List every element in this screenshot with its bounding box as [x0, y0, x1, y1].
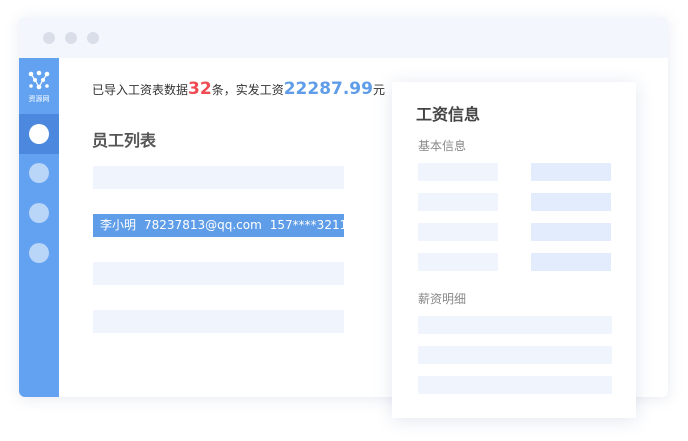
total-salary: 22287.99	[283, 79, 373, 99]
employee-row-selected[interactable]: 李小明 78237813@qq.com 157****3211	[93, 214, 348, 237]
window-dot-icon[interactable]	[87, 32, 99, 44]
employee-name: 李小明	[100, 218, 137, 232]
basic-info-field-value	[531, 193, 611, 211]
basic-info-field-label	[418, 223, 498, 241]
sidebar-item-3[interactable]	[29, 203, 49, 223]
employee-phone: 157****3211	[269, 218, 348, 232]
record-count: 32	[188, 79, 212, 99]
currency-label: 元	[372, 83, 385, 97]
title-bar	[19, 17, 668, 58]
logo-text: 资源网	[28, 95, 50, 103]
sidebar: 资源网	[19, 58, 59, 397]
summary-unit: 条，实发工资	[211, 83, 284, 97]
basic-info-label: 基本信息	[418, 139, 467, 153]
basic-info-field-label	[418, 253, 498, 271]
basic-info-field-label	[418, 193, 498, 211]
sidebar-item-active[interactable]	[19, 114, 59, 154]
logo-icon	[28, 70, 50, 90]
summary-prefix: 已导入工资表数据	[92, 83, 189, 97]
basic-info-field-label	[418, 163, 498, 181]
salary-detail-row	[418, 376, 612, 394]
nav-circle-icon	[29, 124, 49, 144]
basic-info-field-value	[531, 163, 611, 181]
salary-detail-row	[418, 346, 612, 364]
sidebar-item-2[interactable]	[29, 163, 49, 183]
sidebar-item-4[interactable]	[29, 243, 49, 263]
employee-row-placeholder[interactable]	[93, 262, 344, 285]
employee-row-placeholder[interactable]	[93, 166, 344, 189]
salary-detail-row	[418, 316, 612, 334]
employee-list-title: 员工列表	[92, 131, 157, 150]
basic-info-field-value	[531, 223, 611, 241]
basic-info-field-value	[531, 253, 611, 271]
import-summary: 已导入工资表数据32条，实发工资22287.99元	[92, 79, 385, 100]
salary-detail-label: 薪资明细	[418, 292, 467, 306]
window-dot-icon[interactable]	[65, 32, 77, 44]
window-dot-icon[interactable]	[43, 32, 55, 44]
salary-info-card: 工资信息 基本信息 薪资明细	[392, 82, 636, 418]
employee-email: 78237813@qq.com	[144, 218, 262, 232]
employee-row-placeholder[interactable]	[93, 310, 344, 333]
salary-info-title: 工资信息	[416, 105, 481, 124]
